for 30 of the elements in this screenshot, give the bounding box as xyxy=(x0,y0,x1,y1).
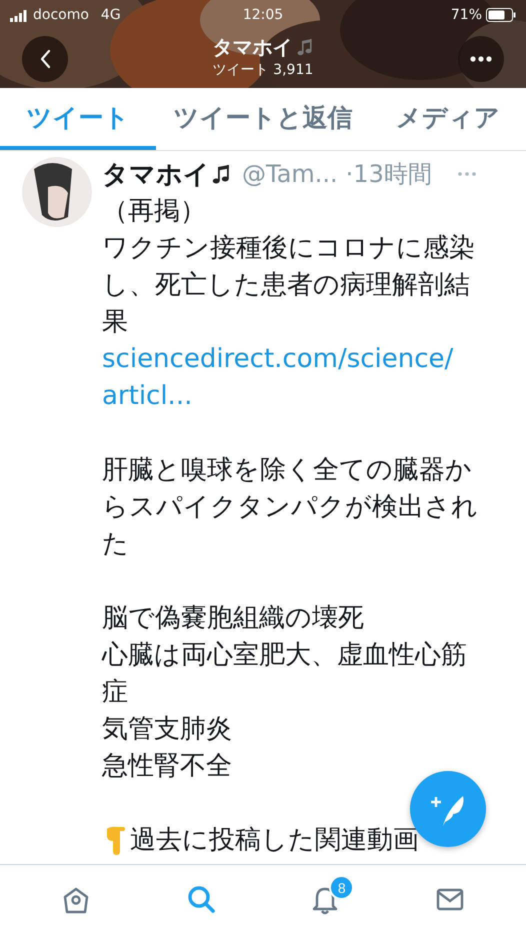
tweet-count: ツイート 3,911 xyxy=(212,60,314,78)
music-notes-icon xyxy=(212,164,232,184)
carrier: docomo xyxy=(33,7,89,23)
tweet-text: 過去に投稿した関連動画 xyxy=(130,824,419,857)
tweet-text: ワクチン接種後にコロナに感染し、死亡した患者の病理解剖結果 xyxy=(102,232,476,339)
author-name[interactable]: タマホイ xyxy=(102,156,210,192)
tweet-text: 急性腎不全 xyxy=(102,750,233,783)
signal-icon xyxy=(10,8,27,22)
profile-name: タマホイ xyxy=(212,34,292,60)
clock: 12:05 xyxy=(242,7,284,23)
tweet-text: 脳で偽嚢胞組織の壊死 xyxy=(102,602,365,635)
tweet-time: ·13時間 xyxy=(346,159,432,190)
author-handle: @Tam... xyxy=(242,160,338,188)
music-notes-icon xyxy=(296,38,314,56)
nav-item[interactable]: 8 xyxy=(263,865,388,935)
tab[interactable]: ツイート xyxy=(0,88,156,150)
tweet-text: 肝臓と嗅球を除く全ての臓器からスパイクタンパクが検出された xyxy=(102,454,479,561)
tweet-link[interactable]: sciencedirect.com/science/articl... xyxy=(102,341,468,415)
more-icon xyxy=(470,56,492,62)
notification-badge: 8 xyxy=(329,875,354,900)
tweet-text: （再掲） xyxy=(102,195,207,228)
avatar[interactable] xyxy=(22,157,92,227)
tab[interactable]: ツイートと返信 xyxy=(156,88,370,150)
tweet-text: 気管支肺炎 xyxy=(102,713,233,746)
back-icon xyxy=(38,49,52,69)
tweet-text: 心臓は両心室肥大、虚血性心筋症 xyxy=(102,639,468,709)
battery-percent: 71% xyxy=(450,7,482,23)
battery-icon xyxy=(486,8,516,22)
network-type: 4G xyxy=(100,7,121,23)
tab[interactable]: メディア xyxy=(370,88,526,150)
